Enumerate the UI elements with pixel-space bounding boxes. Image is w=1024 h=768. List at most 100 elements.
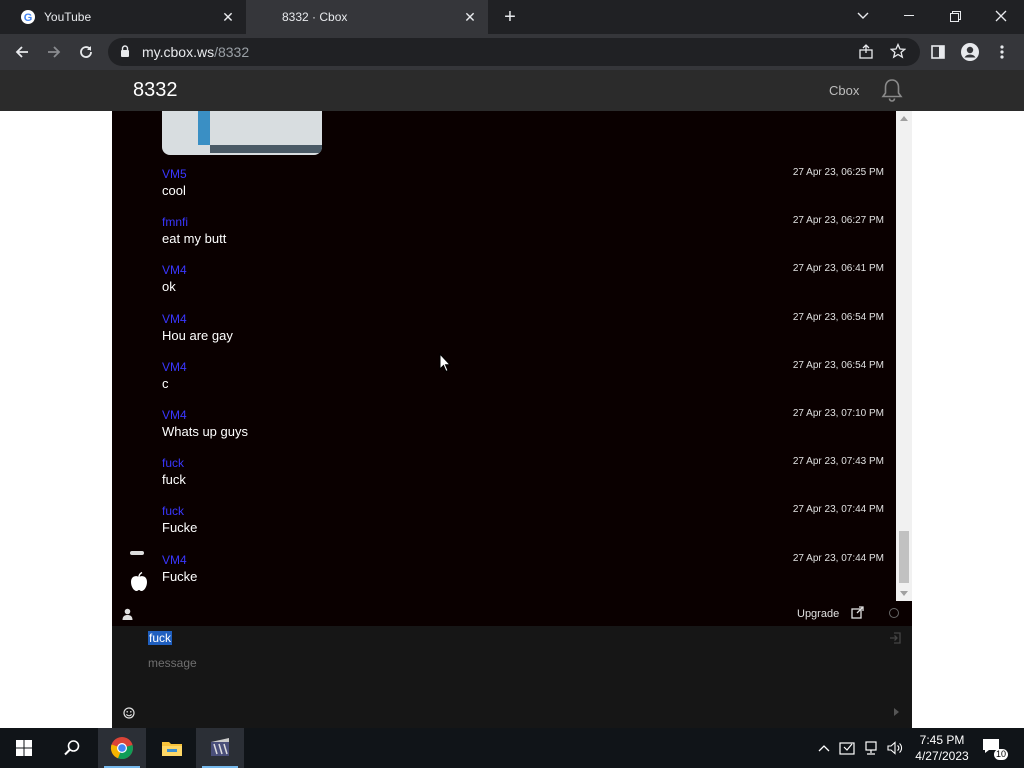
svg-text:G: G — [24, 12, 33, 24]
system-clock[interactable]: 7:45 PM 4/27/2023 — [912, 732, 972, 764]
message-text: Fucke — [162, 520, 198, 535]
emoji-smiley-icon[interactable] — [123, 706, 135, 724]
tab-label: 8332 · Cbox — [282, 10, 348, 24]
message-text: Whats up guys — [162, 424, 248, 439]
popout-icon[interactable] — [851, 606, 864, 624]
send-arrow-icon[interactable] — [894, 708, 899, 716]
address-bar[interactable]: my.cbox.ws/8332 — [108, 38, 920, 66]
username[interactable]: fuck — [162, 504, 184, 518]
share-icon[interactable] — [858, 44, 874, 65]
message-text: c — [162, 376, 169, 391]
username[interactable]: VM4 — [162, 360, 187, 374]
close-tab-icon[interactable]: ✕ — [220, 9, 236, 25]
list-item: VM5 cool 27 Apr 23, 06:25 PM — [162, 167, 884, 207]
timestamp: 27 Apr 23, 07:44 PM — [792, 553, 884, 564]
chat-scrollbar[interactable] — [896, 111, 912, 601]
apple-avatar-icon — [128, 571, 150, 593]
browser-tab-strip: G YouTube ✕ 8332 · Cbox ✕ + — [0, 0, 1024, 34]
timestamp: 27 Apr 23, 06:41 PM — [792, 263, 884, 274]
cbox-header: 8332 Cbox — [0, 70, 1024, 111]
list-item: fmnfi eat my butt 27 Apr 23, 06:27 PM — [162, 215, 884, 255]
timestamp: 27 Apr 23, 06:27 PM — [792, 215, 884, 226]
windows-start-icon[interactable] — [0, 728, 48, 768]
chat-footer-bar: Upgrade — [112, 601, 912, 626]
google-icon: G — [20, 9, 36, 25]
tab-cbox[interactable]: 8332 · Cbox ✕ — [246, 0, 488, 34]
chat-message-list[interactable]: VM5 cool 27 Apr 23, 06:25 PM fmnfi eat m… — [112, 111, 912, 601]
timestamp: 27 Apr 23, 06:54 PM — [792, 360, 884, 371]
security-tray-icon[interactable] — [837, 738, 857, 758]
message-input[interactable] — [148, 653, 848, 673]
cbox-brand-link[interactable]: Cbox — [829, 83, 859, 98]
tab-search-icon[interactable] — [840, 0, 886, 32]
menu-kebab-icon[interactable] — [990, 40, 1014, 64]
timestamp: 27 Apr 23, 07:44 PM — [792, 504, 884, 515]
upgrade-link[interactable]: Upgrade — [797, 608, 839, 620]
message-text: cool — [162, 183, 186, 198]
minimize-button[interactable] — [886, 0, 932, 32]
chat-input-area: fuck — [112, 626, 912, 728]
clock-time: 7:45 PM — [919, 733, 965, 747]
windows-taskbar: 7:45 PM 4/27/2023 10 — [0, 728, 1024, 768]
message-text: ok — [162, 279, 176, 294]
search-icon[interactable] — [48, 728, 96, 768]
username[interactable]: VM4 — [162, 408, 187, 422]
list-item: VM4 c 27 Apr 23, 06:54 PM — [162, 360, 884, 400]
close-window-button[interactable] — [978, 0, 1024, 32]
notification-center-icon[interactable]: 10 — [982, 738, 1008, 760]
bell-icon[interactable] — [879, 77, 905, 108]
mouse-cursor-icon — [439, 352, 452, 378]
list-item: VM4 Fucke 27 Apr 23, 07:44 PM — [162, 553, 884, 593]
user-icon[interactable] — [122, 607, 133, 625]
username[interactable]: fuck — [162, 456, 184, 470]
chevron-up-icon[interactable] — [814, 738, 834, 758]
notification-count-badge: 10 — [993, 749, 1008, 760]
list-item: fuck Fucke 27 Apr 23, 07:44 PM — [162, 504, 884, 544]
reload-button[interactable] — [74, 40, 98, 64]
browser-toolbar: my.cbox.ws/8332 — [0, 34, 1024, 70]
restore-button[interactable] — [932, 0, 978, 32]
timestamp: 27 Apr 23, 06:54 PM — [792, 312, 884, 323]
tab-youtube[interactable]: G YouTube ✕ — [0, 0, 246, 34]
chrome-taskbar-icon[interactable] — [98, 728, 146, 768]
list-item: VM4 Whats up guys 27 Apr 23, 07:10 PM — [162, 408, 884, 448]
image-attachment[interactable] — [162, 111, 322, 155]
profile-avatar-icon[interactable] — [958, 40, 982, 64]
scroll-down-arrow-icon[interactable] — [900, 591, 908, 596]
page-title: 8332 — [133, 79, 178, 101]
side-panel-icon[interactable] — [926, 40, 950, 64]
status-circle-icon[interactable] — [889, 608, 899, 618]
network-icon[interactable] — [861, 738, 881, 758]
bookmark-star-icon[interactable] — [889, 42, 907, 64]
video-editor-icon[interactable] — [196, 728, 244, 768]
timestamp: 27 Apr 23, 07:43 PM — [792, 456, 884, 467]
list-item: VM4 Hou are gay 27 Apr 23, 06:54 PM — [162, 312, 884, 352]
message-text: fuck — [162, 472, 186, 487]
name-field[interactable]: fuck — [148, 631, 173, 645]
scrollbar-thumb[interactable] — [899, 531, 909, 583]
list-item: fuck fuck 27 Apr 23, 07:43 PM — [162, 456, 884, 496]
back-button[interactable] — [10, 40, 34, 64]
lock-icon[interactable] — [120, 45, 130, 63]
forward-button[interactable] — [42, 40, 66, 64]
username[interactable]: VM4 — [162, 553, 187, 567]
avatar-edge — [130, 551, 144, 555]
message-text: Hou are gay — [162, 328, 233, 343]
scroll-up-arrow-icon[interactable] — [900, 116, 908, 121]
username[interactable]: VM4 — [162, 263, 187, 277]
close-tab-icon[interactable]: ✕ — [462, 9, 478, 25]
login-icon[interactable] — [889, 631, 901, 649]
list-item: VM4 ok 27 Apr 23, 06:41 PM — [162, 263, 884, 303]
timestamp: 27 Apr 23, 07:10 PM — [792, 408, 884, 419]
timestamp: 27 Apr 23, 06:25 PM — [792, 167, 884, 178]
file-explorer-icon[interactable] — [148, 728, 196, 768]
volume-icon[interactable] — [885, 738, 905, 758]
clock-date: 4/27/2023 — [915, 749, 969, 763]
message-text: Fucke — [162, 569, 198, 584]
username[interactable]: VM5 — [162, 167, 187, 181]
username[interactable]: VM4 — [162, 312, 187, 326]
new-tab-button[interactable]: + — [499, 6, 521, 28]
username[interactable]: fmnfi — [162, 215, 188, 229]
message-text: eat my butt — [162, 231, 227, 246]
tab-label: YouTube — [44, 10, 92, 24]
